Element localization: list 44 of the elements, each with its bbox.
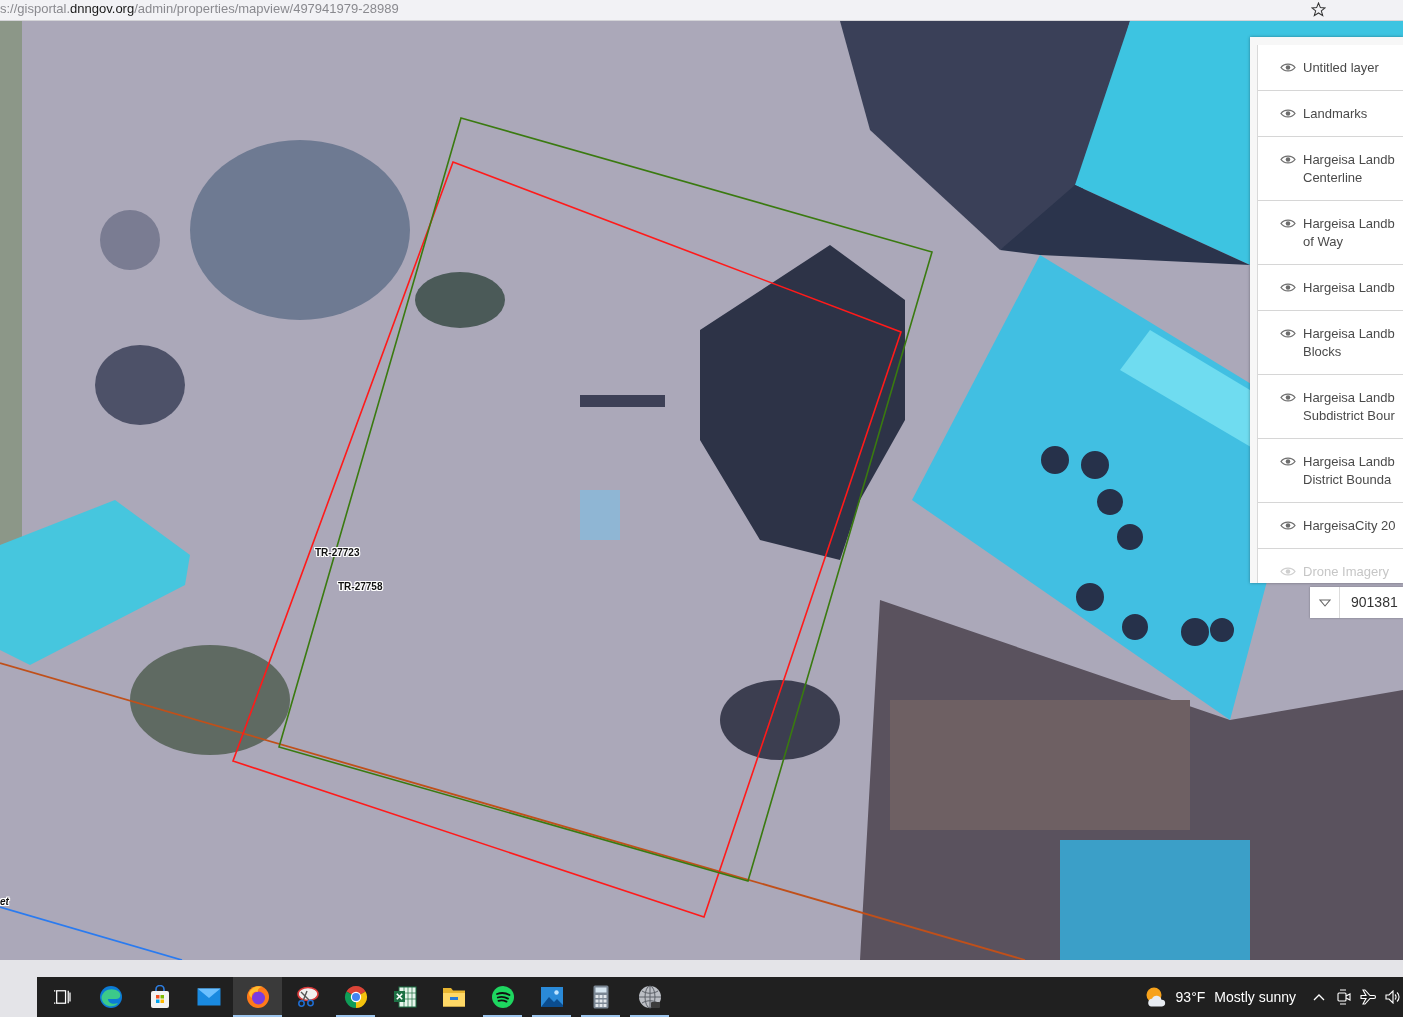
sound-waves-icon <box>490 985 515 1009</box>
star-icon[interactable] <box>1311 2 1326 17</box>
eye-icon[interactable] <box>1280 62 1296 73</box>
layer-name[interactable]: Hargeisa Landb Blocks <box>1303 325 1395 361</box>
url-text[interactable]: s://gisportal.dnngov.org/admin/properties/mapview/497941979-28989 <box>0 1 399 16</box>
triangle-down-icon <box>1318 598 1331 607</box>
temperature-text[interactable]: 93°F <box>1175 989 1206 1005</box>
airplane-icon[interactable] <box>1360 989 1377 1005</box>
envelope-icon <box>196 988 221 1006</box>
layer-name[interactable]: Hargeisa Landb of Way <box>1303 215 1395 251</box>
sun-cloud-icon[interactable] <box>1144 987 1167 1007</box>
eye-icon[interactable] <box>1280 520 1296 531</box>
eye-icon[interactable] <box>1280 154 1296 165</box>
street-label: et <box>0 896 9 908</box>
eye-icon[interactable] <box>1280 282 1296 293</box>
layer-name[interactable]: Untitled layer <box>1303 59 1379 77</box>
layer-name[interactable]: Landmarks <box>1303 105 1368 123</box>
calculator-icon <box>592 985 609 1009</box>
globe-icon <box>637 985 662 1009</box>
flame-circle-icon <box>245 985 270 1009</box>
layer-name[interactable]: Hargeisa Landb Centerline <box>1303 151 1395 187</box>
weather-condition-text[interactable]: Mostly sunny <box>1214 989 1296 1005</box>
layer-name[interactable]: Hargeisa Landb District Bounda <box>1303 453 1395 489</box>
spreadsheet-icon <box>392 985 417 1009</box>
taskbar-button[interactable] <box>233 977 282 1017</box>
scissors-icon <box>294 986 319 1008</box>
eye-icon[interactable] <box>1280 392 1296 403</box>
tricolor-circle-icon <box>343 985 368 1009</box>
task-view-icon <box>52 989 71 1005</box>
camera-icon[interactable] <box>1337 989 1351 1005</box>
layer-name[interactable]: Hargeisa Landb Subdistrict Bour <box>1303 389 1395 425</box>
scale-input[interactable]: 901381 <box>1340 587 1398 618</box>
chevron-up-icon[interactable] <box>1313 993 1325 1001</box>
eye-icon[interactable] <box>1280 328 1296 339</box>
speaker-icon[interactable] <box>1385 990 1400 1004</box>
layer-name[interactable]: Hargeisa Landb <box>1303 279 1395 297</box>
swirl-icon <box>98 985 123 1009</box>
eye-icon[interactable] <box>1280 456 1296 467</box>
parcel-label: TR-27758 <box>338 581 383 593</box>
eye-icon[interactable] <box>1280 108 1296 119</box>
eye-icon[interactable] <box>1280 218 1296 229</box>
layer-name[interactable]: HargeisaCity 20 <box>1303 517 1396 535</box>
folder-icon <box>441 987 466 1007</box>
landscape-icon <box>539 986 564 1008</box>
